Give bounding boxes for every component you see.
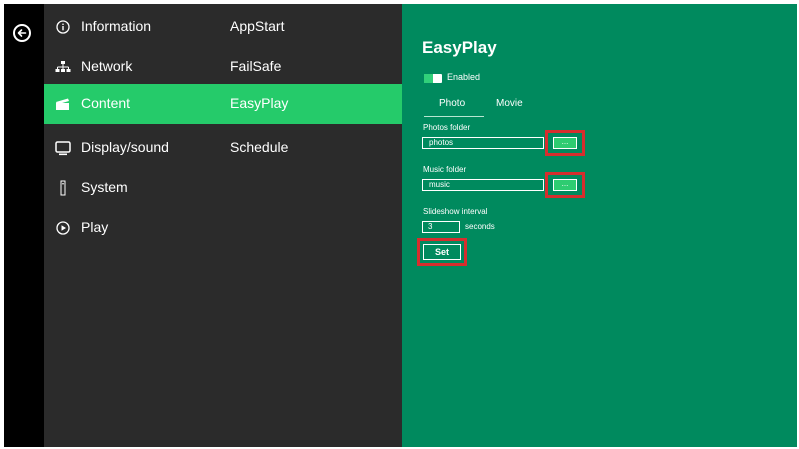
tab-movie[interactable]: Movie — [496, 98, 523, 109]
submenu-item-appstart[interactable]: AppStart — [230, 18, 284, 34]
system-icon — [55, 180, 71, 196]
photos-folder-field[interactable]: photos — [422, 137, 544, 149]
enabled-label: Enabled — [447, 72, 481, 82]
menu-item-label: Play — [81, 219, 109, 235]
info-circle-icon — [55, 19, 71, 35]
tab-photo[interactable]: Photo — [439, 98, 465, 109]
slideshow-interval-input[interactable]: 3 — [422, 221, 460, 233]
page-title: EasyPlay — [422, 38, 497, 57]
menu-item-label: Network — [81, 58, 133, 74]
music-folder-field[interactable]: music — [422, 179, 544, 191]
submenu-item-schedule[interactable]: Schedule — [230, 139, 288, 155]
menu-item-label: Content — [81, 95, 131, 111]
clapperboard-icon — [55, 96, 71, 112]
settings-menu: Information AppStart Network FailSafe Co… — [44, 4, 402, 447]
submenu-item-failsafe[interactable]: FailSafe — [230, 58, 281, 74]
set-button[interactable]: Set — [423, 244, 461, 260]
music-folder-label: Music folder — [423, 165, 467, 174]
menu-item-system[interactable]: System — [44, 168, 402, 208]
slideshow-interval-label: Slideshow interval — [423, 207, 488, 216]
music-browse-button[interactable]: ... — [553, 179, 577, 191]
tab-underline — [424, 116, 484, 117]
back-button[interactable] — [13, 24, 31, 42]
photos-folder-label: Photos folder — [423, 123, 471, 132]
back-rail — [4, 4, 44, 447]
menu-item-label: Information — [81, 18, 152, 34]
enabled-toggle[interactable] — [424, 74, 442, 83]
menu-item-play[interactable]: Play — [44, 208, 402, 248]
slideshow-interval-unit: seconds — [465, 222, 495, 231]
photos-browse-button[interactable]: ... — [553, 137, 577, 149]
menu-item-network[interactable]: Network FailSafe — [44, 47, 402, 87]
menu-item-display-sound[interactable]: Display/sound Schedule — [44, 128, 402, 168]
network-icon — [55, 59, 71, 75]
toggle-knob — [424, 74, 433, 83]
easyplay-panel: EasyPlay Enabled Photo Movie Photos fold… — [402, 4, 797, 447]
arrow-left-circle-icon — [17, 29, 27, 37]
menu-item-label: System — [81, 179, 128, 195]
menu-item-content[interactable]: Content EasyPlay — [44, 84, 402, 124]
submenu-item-easyplay[interactable]: EasyPlay — [230, 95, 288, 111]
menu-item-label: Display/sound — [81, 139, 169, 155]
menu-item-information[interactable]: Information AppStart — [44, 7, 402, 47]
play-circle-icon — [55, 220, 71, 236]
monitor-icon — [55, 140, 71, 156]
